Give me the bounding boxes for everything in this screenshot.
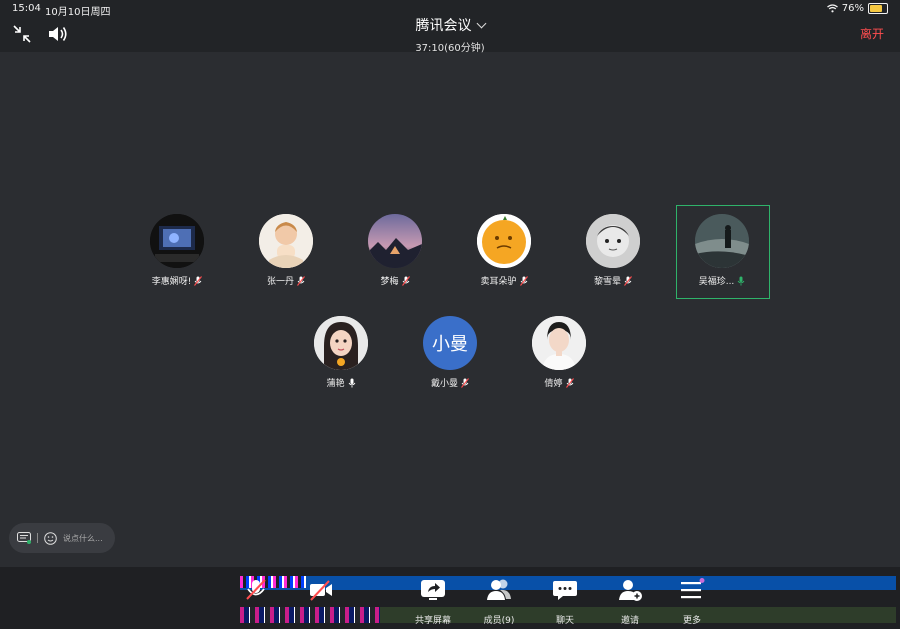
toolbar-label: 共享屏幕	[414, 616, 451, 626]
participant-tile[interactable]: 梦梅	[347, 214, 443, 287]
mic-active-icon	[737, 276, 745, 286]
toolbar-share-screen[interactable]: 共享屏幕	[403, 578, 463, 626]
camera-off-icon	[310, 580, 332, 601]
avatar: 小曼	[423, 316, 477, 370]
emoji-icon[interactable]	[44, 531, 57, 545]
meeting-title-button[interactable]: 腾讯会议	[415, 15, 486, 35]
participant-name: 戴小曼	[430, 379, 458, 389]
participant-tile[interactable]: 黎雪晕	[565, 214, 661, 287]
meeting-title: 腾讯会议	[415, 18, 472, 34]
mute-button[interactable]	[226, 578, 286, 602]
chat-input[interactable]: 说点什么...	[9, 523, 115, 553]
participant-tile[interactable]: 蒲艳	[293, 316, 389, 389]
mic-muted-icon	[624, 275, 632, 286]
divider	[37, 533, 38, 543]
meeting-header: 腾讯会议 37:10(60分钟)	[0, 15, 900, 54]
avatar	[150, 214, 204, 268]
mic-muted-icon	[194, 275, 203, 286]
participant-name: 卖耳朵驴	[480, 277, 517, 287]
avatar	[259, 214, 313, 268]
avatar	[695, 214, 749, 268]
mic-muted-icon	[461, 377, 469, 388]
toolbar-more[interactable]: 更多	[662, 578, 722, 626]
invite-icon	[619, 580, 642, 601]
top-bar: 15:04 10月10日周四 76% 腾讯会议 37:10(60分钟) 离开	[0, 0, 900, 54]
status-time: 15:04	[12, 3, 41, 14]
mic-muted-icon	[246, 579, 266, 600]
mic-muted-icon	[519, 275, 528, 286]
toolbar-label: 成员(9)	[483, 616, 515, 626]
share-screen-icon	[421, 580, 445, 600]
avatar	[586, 214, 640, 268]
toolbar-chat[interactable]: 聊天	[535, 578, 595, 626]
participant-name: 倩婷	[544, 379, 563, 389]
mic-icon	[348, 378, 356, 388]
avatar	[477, 214, 531, 268]
avatar-initials: 小曼	[432, 334, 468, 355]
participant-name: 张一丹	[266, 277, 294, 287]
toolbar-label: 更多	[682, 616, 701, 626]
participant-tile[interactable]: 吴福珍...	[674, 214, 770, 287]
toolbar-label: 邀请	[620, 616, 639, 626]
camera-button[interactable]	[291, 578, 351, 602]
battery-percent: 76%	[841, 3, 864, 14]
avatar	[532, 316, 586, 370]
meeting-duration: 37:10(60分钟)	[415, 43, 485, 54]
message-icon	[17, 532, 31, 544]
status-indicators: 76%	[826, 3, 888, 14]
participant-name: 李惠娴呀!	[151, 277, 192, 287]
avatar	[368, 214, 422, 268]
mic-muted-icon	[565, 377, 574, 388]
participant-tile[interactable]: 小曼 戴小曼	[402, 316, 498, 389]
participant-name: 吴福珍...	[698, 277, 735, 287]
participant-tile[interactable]: 倩婷	[511, 316, 607, 389]
mic-muted-icon	[297, 275, 305, 286]
participant-tile[interactable]: 李惠娴呀!	[129, 214, 225, 287]
mic-muted-icon	[401, 275, 410, 286]
chat-placeholder: 说点什么...	[63, 533, 103, 543]
chat-icon	[553, 581, 577, 600]
battery-icon	[868, 3, 888, 14]
participant-tile[interactable]: 卖耳朵驴	[456, 214, 552, 287]
toolbar-members[interactable]: 成员(9)	[469, 578, 529, 626]
participant-name: 梦梅	[380, 277, 399, 287]
chevron-down-icon	[476, 18, 486, 28]
members-icon	[487, 579, 511, 600]
leave-button[interactable]: 离开	[860, 25, 884, 42]
render-glitch-pixels	[240, 607, 380, 623]
more-icon	[681, 578, 705, 599]
participant-name: 蒲艳	[326, 379, 345, 389]
participant-tile[interactable]: 张一丹	[238, 214, 334, 287]
toolbar-label: 聊天	[555, 616, 574, 626]
toolbar-invite[interactable]: 邀请	[600, 578, 660, 626]
avatar	[314, 316, 368, 370]
participant-name: 黎雪晕	[593, 277, 621, 287]
wifi-icon	[826, 4, 838, 13]
